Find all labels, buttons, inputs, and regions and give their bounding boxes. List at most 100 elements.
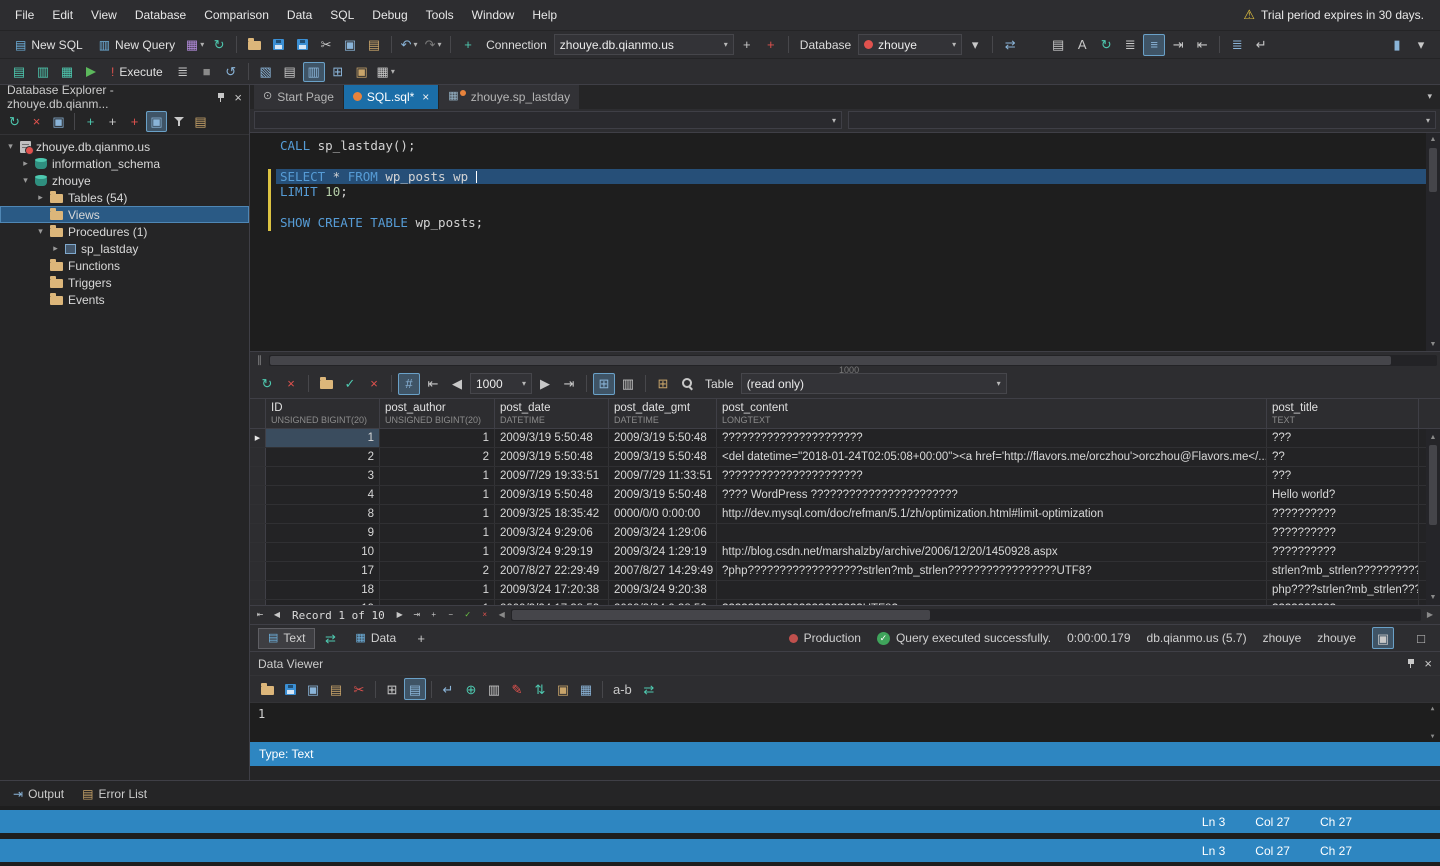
outdent-button[interactable]: ⇤ — [1191, 34, 1213, 56]
grid-cell[interactable]: 2009/7/29 11:33:51 — [609, 467, 717, 486]
paste-button[interactable]: ▤ — [363, 34, 385, 56]
change-case-button[interactable]: A — [1071, 34, 1093, 56]
pin-icon[interactable] — [216, 92, 226, 103]
row-selector[interactable] — [250, 524, 266, 543]
refresh-intellisense-button[interactable]: ↻ — [1095, 34, 1117, 56]
editor-vertical-scrollbar[interactable]: ▲ ▼ — [1426, 132, 1440, 352]
chart-designer-button[interactable]: ▣ — [351, 62, 373, 82]
grid-cell[interactable]: <del datetime="2018-01-24T02:05:08+00:00… — [717, 448, 1267, 467]
grid-cell[interactable]: 18 — [266, 581, 380, 600]
execute-options-button[interactable]: ≣ — [172, 62, 194, 82]
grid-cell[interactable]: ??????????????????????UTF8? — [717, 600, 1267, 606]
grid-cell[interactable]: 2 — [266, 448, 380, 467]
scrollbar-thumb[interactable] — [270, 356, 1392, 366]
tree-node-procedures[interactable]: ▾ Procedures (1) — [0, 223, 249, 240]
column-header-ID[interactable]: ID UNSIGNED BIGINT(20) — [266, 399, 380, 429]
append-record-button[interactable]: + — [426, 608, 442, 623]
grid-cell[interactable]: 2009/3/19 5:50:48 — [495, 486, 609, 505]
last-page-button[interactable]: ⇥ — [558, 373, 580, 395]
copy-value-button[interactable]: ▣ — [302, 678, 324, 700]
grid-cell[interactable]: 1 — [266, 429, 380, 448]
grid-cell[interactable]: ?php??????????????????strlen?mb_strlen??… — [717, 562, 1267, 581]
code-line-6[interactable]: SHOW CREATE TABLE wp_posts; — [276, 215, 1426, 231]
grid-cell[interactable]: ?????????????????????? — [717, 467, 1267, 486]
word-wrap-button[interactable]: ↵ — [1250, 34, 1272, 56]
tree-node-connection[interactable]: ▾ zhouye.db.qianmo.us — [0, 138, 249, 155]
results-to-grid-button[interactable]: ▥ — [32, 62, 54, 82]
grid-cell[interactable]: 2009/3/24 9:20:38 — [609, 581, 717, 600]
tree-expander-icon[interactable]: ▸ — [36, 192, 45, 203]
horizontal-scrollbar[interactable] — [510, 609, 1421, 622]
layout-split-button[interactable]: □ — [1410, 627, 1432, 649]
pin-icon[interactable] — [1406, 658, 1416, 669]
next-page-button[interactable]: ▶ — [534, 373, 556, 395]
close-icon[interactable]: × — [422, 90, 429, 104]
card-view-button[interactable]: ▥ — [617, 373, 639, 395]
row-selector[interactable] — [250, 581, 266, 600]
grid-cell[interactable]: 2009/3/19 5:50:48 — [609, 486, 717, 505]
tree-node-triggers[interactable]: Triggers — [0, 274, 249, 291]
first-record-button[interactable]: ⇤ — [252, 608, 268, 623]
object-navigator-combo[interactable]: ▾ — [254, 111, 842, 130]
grid-cell[interactable]: 3 — [266, 467, 380, 486]
tree-node-functions[interactable]: Functions — [0, 257, 249, 274]
grid-cell[interactable]: 2009/3/19 5:50:48 — [495, 429, 609, 448]
grid-cell[interactable]: 1 — [380, 524, 495, 543]
scroll-left-button[interactable]: ◀ — [494, 608, 510, 623]
post-edit-button[interactable]: ✓ — [460, 608, 476, 623]
tree-node-zhouye[interactable]: ▾ zhouye — [0, 172, 249, 189]
grid-cell[interactable] — [717, 581, 1267, 600]
grid-cell[interactable]: 2007/8/27 14:29:49 — [609, 562, 717, 581]
data-viewer-scrollbar[interactable]: ▲ ▼ — [1427, 705, 1438, 740]
grid-cell[interactable]: 1 — [380, 429, 495, 448]
stop-loading-button[interactable]: × — [280, 373, 302, 395]
row-selector[interactable]: ▶ — [250, 429, 266, 448]
menu-debug[interactable]: Debug — [363, 4, 416, 26]
paste-value-button[interactable]: ▤ — [325, 678, 347, 700]
query-profiler-button[interactable]: ▧ — [255, 62, 277, 82]
tree-node-views[interactable]: Views — [0, 206, 249, 223]
filter-button[interactable] — [168, 111, 189, 132]
grid-cell[interactable]: 1 — [380, 543, 495, 562]
menu-data[interactable]: Data — [278, 4, 321, 26]
results-pane-toggle[interactable]: ▥ — [302, 61, 325, 82]
scroll-up-icon[interactable]: ▲ — [1430, 431, 1437, 443]
menu-help[interactable]: Help — [523, 4, 566, 26]
grid-vertical-scrollbar[interactable]: ▲ ▼ — [1426, 429, 1440, 606]
grid-cell[interactable]: 2009/3/25 18:35:42 — [495, 505, 609, 524]
grid-cell[interactable]: 2009/3/24 1:29:06 — [609, 524, 717, 543]
snippets-button[interactable] — [1023, 34, 1045, 56]
cancel-edit-button[interactable]: × — [477, 608, 493, 623]
export-results-button[interactable]: ▦ ▾ — [375, 62, 397, 82]
stop-execution-button[interactable]: ■ — [196, 62, 218, 82]
grid-cell[interactable]: Hello world? — [1267, 486, 1419, 505]
line-numbers-button[interactable]: ≣ — [1226, 34, 1248, 56]
tree-expander-icon[interactable]: ▾ — [21, 175, 30, 186]
grid-cell[interactable]: 2009/7/29 19:33:51 — [495, 467, 609, 486]
new-query-button[interactable]: ▥ New Query — [92, 34, 182, 56]
add-result-tab-button[interactable]: + — [410, 627, 432, 649]
grid-cell[interactable]: 2 — [380, 562, 495, 581]
grid-cell[interactable]: 1 — [380, 486, 495, 505]
tab-sql-file[interactable]: SQL.sql* × — [343, 85, 439, 109]
tree-expander-icon[interactable]: ▸ — [51, 243, 60, 254]
image-view-button[interactable]: ▣ — [552, 678, 574, 700]
bookmark-button[interactable]: ▮ — [1386, 34, 1408, 56]
execute-button[interactable]: ! Execute — [104, 61, 170, 83]
grid-cell[interactable]: 2009/3/24 9:38:52 — [609, 600, 717, 606]
grid-cell[interactable]: 1 — [380, 600, 495, 606]
grid-cell[interactable]: 0000/0/0 0:00:00 — [609, 505, 717, 524]
menu-file[interactable]: File — [6, 4, 43, 26]
page-size-combo[interactable]: 1000 ▾ — [470, 373, 532, 395]
query-options-button[interactable]: ≣ — [1119, 34, 1141, 56]
connection-plug-icon[interactable]: + — [457, 34, 479, 56]
edit-value-button[interactable]: ✎ — [506, 678, 528, 700]
delete-record-button[interactable]: − — [443, 608, 459, 623]
grid-cell[interactable]: 2009/3/19 5:50:48 — [609, 448, 717, 467]
grid-cell[interactable]: ?? — [1267, 448, 1419, 467]
grid-cell[interactable]: ?????????? — [1267, 524, 1419, 543]
grid-cell[interactable]: 2009/3/24 17:20:38 — [495, 581, 609, 600]
editor-code[interactable]: CALL sp_lastday(); SELECT * FROM wp_posts… — [276, 133, 1426, 352]
connect-button[interactable]: + — [102, 111, 123, 132]
scroll-down-icon[interactable]: ▼ — [1430, 338, 1437, 350]
